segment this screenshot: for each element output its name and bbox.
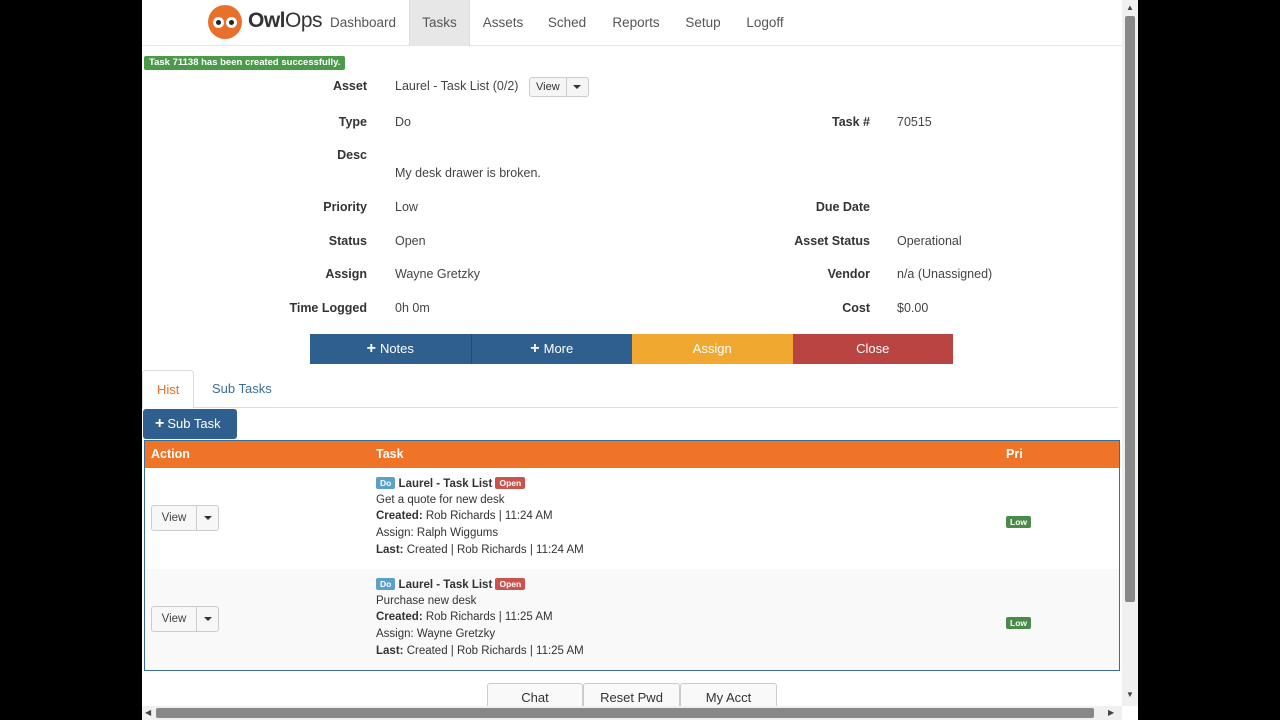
success-flash-message: Task 71138 has been created successfully… [144,56,346,70]
task-last: Last: Created | Rob Richards | 11:24 AM [376,544,584,556]
plus-icon: + [155,415,165,432]
sub-task-table: Action Task Pri View Do Laurel - Task Li… [144,440,1120,671]
nav-dashboard[interactable]: Dashboard [323,0,403,46]
time-logged-value: 0h 0m [395,301,430,315]
status-label: Status [328,234,367,248]
priority-label: Priority [323,200,367,214]
add-notes-button[interactable]: + Notes [310,334,472,364]
nav-setup[interactable]: Setup [680,0,726,46]
priority-badge: Low [1006,615,1031,630]
plus-icon: + [530,340,540,357]
detail-tabs: Hist Sub Tasks [142,370,1118,409]
asset-value: Laurel - Task List (0/2) [395,79,519,93]
type-badge: Do [376,477,396,489]
cost-label: Cost [842,301,870,315]
task-number-value: 70515 [897,115,932,129]
table-row: View Do Laurel - Task List Open Purchase… [145,569,1119,670]
assign-button[interactable]: Assign [632,334,793,364]
status-value: Open [395,234,426,248]
task-last: Last: Created | Rob Richards | 11:25 AM [376,645,584,657]
plus-icon: + [366,340,376,357]
assign-label: Assign [325,267,367,281]
horizontal-scrollbar[interactable]: ◀ ▶ [142,706,1122,720]
due-date-label: Due Date [815,200,870,214]
task-asset-link[interactable]: Laurel - Task List [399,478,493,490]
asset-status-value: Operational [897,234,962,248]
scroll-down-icon[interactable]: ▼ [1126,690,1134,699]
scroll-right-icon[interactable]: ▶ [1108,708,1114,717]
nav-reports[interactable]: Reports [606,0,666,46]
add-sub-task-button[interactable]: + Sub Task [143,409,237,439]
task-created: Created: Rob Richards | 11:25 AM [376,611,553,623]
time-logged-label: Time Logged [289,301,367,315]
header-action: Action [151,447,190,461]
row-view-dropdown[interactable]: View [151,606,219,632]
table-row: View Do Laurel - Task List Open Get a qu… [145,468,1119,569]
task-assign: Assign: Ralph Wiggums [376,527,499,539]
chevron-down-icon[interactable] [196,607,218,631]
type-label: Type [338,115,367,129]
task-title-line: Do Laurel - Task List Open [376,578,526,591]
add-more-button[interactable]: + More [471,334,632,364]
asset-status-label: Asset Status [794,234,870,248]
asset-label: Asset [332,79,367,93]
assign-value: Wayne Gretzky [395,267,480,281]
tab-hist[interactable]: Hist [142,370,195,409]
task-created: Created: Rob Richards | 11:24 AM [376,510,553,522]
nav-logoff[interactable]: Logoff [740,0,790,46]
nav-assets[interactable]: Assets [476,0,530,46]
brand-name[interactable]: OwlOps [248,9,323,33]
scroll-up-icon[interactable]: ▲ [1126,3,1134,12]
priority-badge: Low [1006,514,1031,529]
top-navbar: OwlOps Dashboard Tasks Assets Sched Repo… [142,0,1122,46]
task-title-line: Do Laurel - Task List Open [376,477,526,490]
tab-sub-tasks[interactable]: Sub Tasks [198,370,286,408]
task-number-label: Task # [832,115,870,129]
task-desc: Purchase new desk [376,595,477,607]
type-badge: Do [376,578,396,590]
status-badge: Open [495,477,526,489]
close-task-button[interactable]: Close [792,334,953,364]
header-task: Task [376,447,404,461]
desc-value: My desk drawer is broken. [395,166,541,180]
type-value: Do [395,115,411,129]
task-action-bar: + Notes + More Assign Close [310,334,953,364]
owl-logo-icon[interactable] [208,5,242,39]
scroll-left-icon[interactable]: ◀ [145,708,151,717]
task-assign: Assign: Wayne Gretzky [376,628,496,640]
nav-sched[interactable]: Sched [542,0,592,46]
app-frame: OwlOps Dashboard Tasks Assets Sched Repo… [142,0,1138,720]
asset-view-dropdown[interactable]: View [529,77,589,97]
horizontal-scroll-thumb[interactable] [156,708,1094,718]
nav-tasks[interactable]: Tasks [409,0,470,46]
priority-value: Low [395,200,418,214]
row-view-dropdown[interactable]: View [151,505,219,531]
desc-label: Desc [337,148,367,162]
vendor-label: Vendor [827,267,870,281]
header-pri: Pri [1006,447,1023,461]
row-view-button[interactable]: View [152,607,196,631]
task-desc: Get a quote for new desk [376,494,505,506]
chevron-down-icon[interactable] [196,506,218,530]
chevron-down-icon[interactable] [565,78,588,96]
row-view-button[interactable]: View [152,506,196,530]
vendor-value: n/a (Unassigned) [897,267,993,281]
status-badge: Open [495,578,526,590]
asset-view-button[interactable]: View [530,78,566,96]
task-asset-link[interactable]: Laurel - Task List [399,579,493,591]
cost-value: $0.00 [897,301,929,315]
vertical-scrollbar[interactable]: ▲ ▼ [1122,0,1138,706]
table-header: Action Task Pri [145,441,1119,468]
vertical-scroll-thumb[interactable] [1125,16,1135,602]
